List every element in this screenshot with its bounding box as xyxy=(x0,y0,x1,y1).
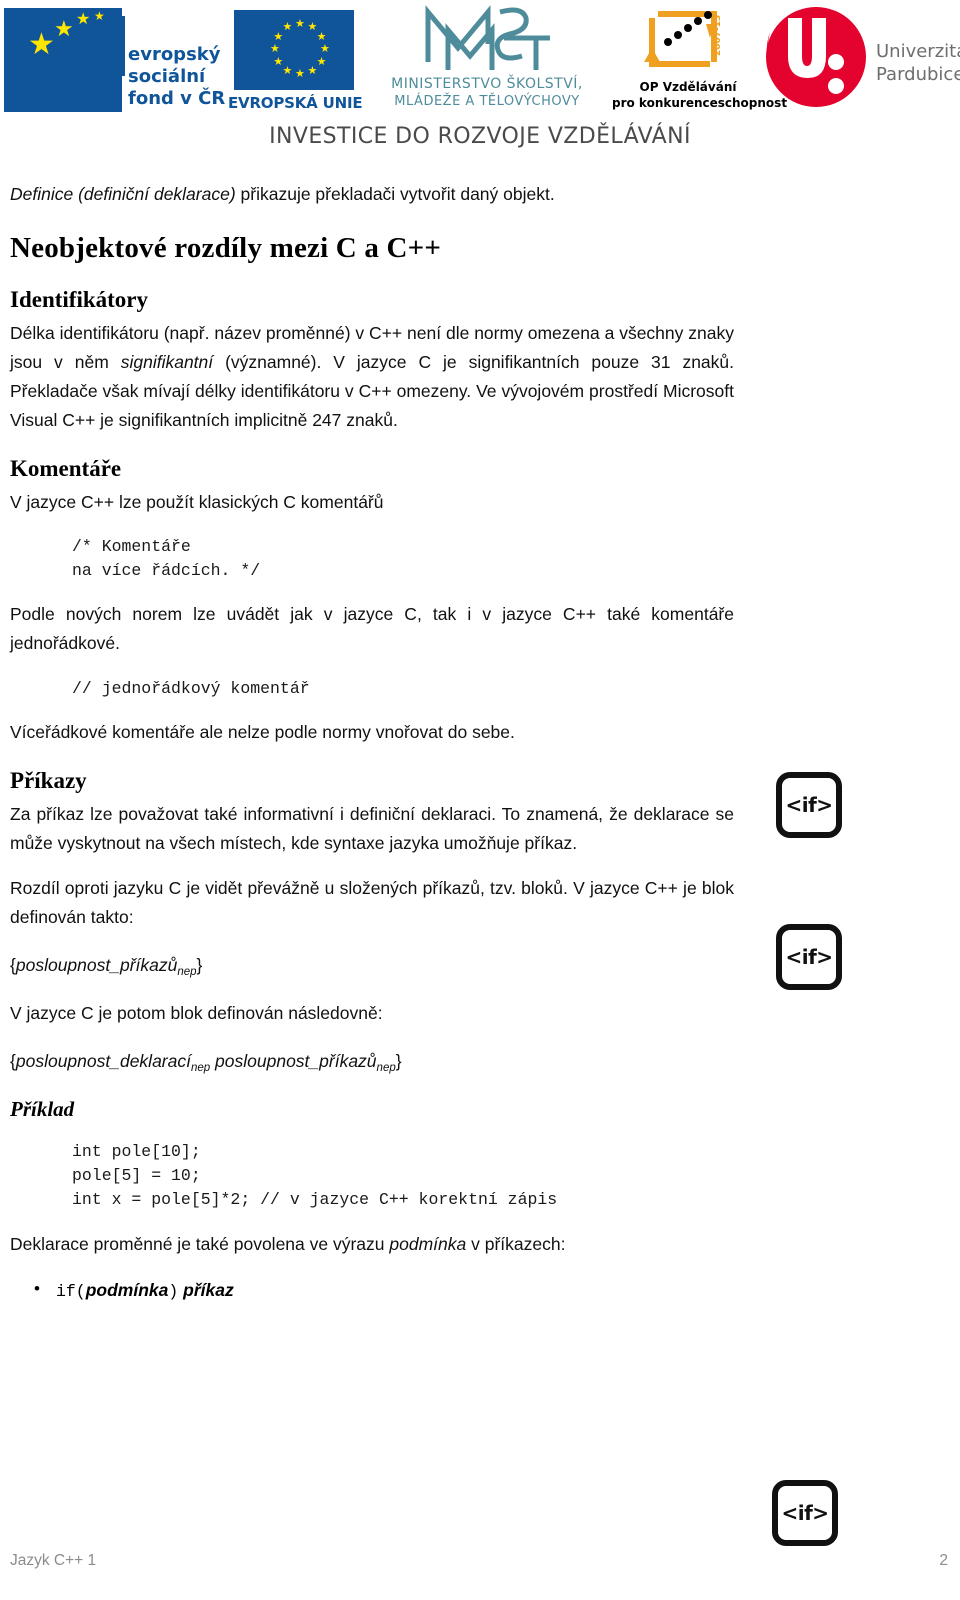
komentare-paragraph-3: Víceřádkové komentáře ale nelze podle no… xyxy=(10,722,515,743)
prikazy-paragraph-1: Za příkaz lze považovat také informativn… xyxy=(10,804,734,854)
svg-text:2007-13: 2007-13 xyxy=(713,15,723,56)
bullet-italic-1: podmínka xyxy=(85,1280,169,1301)
opv-caption-line-2: pro konkurenceschopnost xyxy=(612,96,788,110)
upce-caption: Univerzita Pardubice xyxy=(876,40,960,86)
blockdef2-term-1: posloupnost_deklarací xyxy=(15,1050,191,1071)
prikazy-paragraph-3: V jazyce C je potom blok definován násle… xyxy=(10,1002,383,1023)
blockdef2-term-2: posloupnost_příkazů xyxy=(210,1050,377,1071)
intro-italic-lead: Definice (definiční deklarace) xyxy=(10,184,236,204)
blockdef1-term: posloupnost_příkazů xyxy=(15,955,178,976)
esf-f-stem xyxy=(108,16,125,76)
eu-star-icon: ★ xyxy=(320,43,330,55)
logo-univerzita-pardubice: Univerzita Pardubice xyxy=(760,4,960,114)
if-tag-icon-label: <if> xyxy=(785,793,833,817)
msmt-mark-icon xyxy=(425,5,550,70)
upce-caption-line-1: Univerzita xyxy=(876,41,960,62)
if-tag-icon: <if> xyxy=(776,924,842,990)
section-heading-priklad: Příklad xyxy=(10,1096,75,1121)
upce-mark-icon xyxy=(766,7,866,107)
page-title: Neobjektové rozdíly mezi C a C++ xyxy=(10,232,442,265)
esf-caption: evropský sociální fond v ČR xyxy=(128,44,225,110)
logo-esf: ★ ★ ★ ★ esf evropský sociální fond v ČR xyxy=(4,8,225,113)
esf-wordmark: esf xyxy=(6,41,103,111)
section-heading-prikazy: Příkazy xyxy=(10,768,87,794)
eu-star-icon: ★ xyxy=(316,30,327,43)
block-definition-cpp: {posloupnost_příkazůnep} xyxy=(10,952,734,978)
opv-mark-icon: 2007-13 xyxy=(644,11,723,67)
section-heading-identifikatory: Identifikátory xyxy=(10,286,148,312)
footer-document-title: Jazyk C++ 1 xyxy=(10,1552,97,1569)
eu-star-icon: ★ xyxy=(273,55,284,68)
bullet-mono-2: ) xyxy=(168,1282,179,1302)
identifikatory-italic: signifikantní xyxy=(120,351,214,372)
eu-star-icon: ★ xyxy=(307,64,318,77)
eu-star-icon: ★ xyxy=(282,64,293,77)
logo-op-vzdelavani: 2007-13 OP Vzdělávání pro konkurencescho… xyxy=(612,6,788,114)
komentare-lead: V jazyce C++ lze použít klasických C kom… xyxy=(10,491,384,512)
document-content: Definice (definiční deklarace) přikazuje… xyxy=(10,172,734,1305)
blockdef1-close: } xyxy=(196,955,203,976)
logo-row: ★ ★ ★ ★ esf evropský sociální fond v ČR … xyxy=(0,2,960,117)
code-block-multiline-comment: /* Komentáře na více řádcích. */ xyxy=(72,536,261,580)
prikazy-paragraph-2: Rozdíl oproti jazyku C je vidět převážně… xyxy=(10,878,734,928)
komentare-paragraph-2: Podle nových norem lze uvádět jak v jazy… xyxy=(10,604,734,654)
page-footer: Jazyk C++ 1 2 xyxy=(0,1552,960,1586)
blockdef2-sub-1: nep xyxy=(190,1061,211,1074)
priklad-bullet-list: if(podmínka) příkaz xyxy=(10,1276,734,1305)
msmt-caption-line-1: MINISTERSTVO ŠKOLSTVÍ, xyxy=(391,76,583,92)
eu-star-icon: ★ xyxy=(282,21,293,34)
esf-caption-line-1: evropský xyxy=(128,44,221,65)
eu-star-circle: ★ ★ ★ ★ ★ ★ ★ ★ ★ ★ ★ ★ xyxy=(234,10,354,90)
header-tagline: INVESTICE DO ROZVOJE VZDĚLÁVÁNÍ xyxy=(269,124,691,149)
blockdef2-sub-2: nep xyxy=(376,1061,396,1074)
eu-caption: EVROPSKÁ UNIE xyxy=(228,94,363,112)
logo-msmt: MINISTERSTVO ŠKOLSTVÍ, MLÁDEŽE A TĚLOVÝC… xyxy=(368,4,606,116)
if-tag-icon: <if> xyxy=(776,772,842,838)
if-tag-icon-label: <if> xyxy=(785,945,833,969)
section-heading-komentare: Komentáře xyxy=(10,455,122,481)
document-page: Definice (definiční deklarace) přikazuje… xyxy=(0,172,960,1600)
blockdef1-sub: nep xyxy=(177,966,197,979)
if-tag-icon-label: <if> xyxy=(781,1501,829,1525)
header-logo-bar: ★ ★ ★ ★ esf evropský sociální fond v ČR … xyxy=(0,0,960,172)
opv-caption-line-1: OP Vzdělávání xyxy=(639,80,737,94)
identifikatory-paragraph: Délka identifikátoru (např. název proměn… xyxy=(10,319,734,435)
footer-page-number: 2 xyxy=(939,1552,948,1569)
block-definition-c: {posloupnost_deklaracínep posloupnost_př… xyxy=(10,1048,734,1074)
eu-star-icon: ★ xyxy=(295,68,305,80)
bullet-italic-2: příkaz xyxy=(178,1280,234,1301)
bullet-mono-1: if( xyxy=(56,1282,86,1302)
eu-star-icon: ★ xyxy=(270,43,280,55)
priklad-paragraph: Deklarace proměnné je také povolena ve v… xyxy=(10,1230,734,1259)
code-block-line-comment: // jednořádkový komentář xyxy=(72,678,310,698)
list-item: if(podmínka) příkaz xyxy=(34,1276,734,1305)
priklad-part-a: Deklarace proměnné je také povolena ve v… xyxy=(10,1233,390,1254)
intro-paragraph: Definice (definiční deklarace) přikazuje… xyxy=(10,172,734,209)
upce-caption-line-2: Pardubice xyxy=(876,64,960,86)
priklad-italic: podmínka xyxy=(389,1233,467,1254)
priklad-part-b: v příkazech: xyxy=(466,1233,566,1254)
code-block-example: int pole[10]; pole[5] = 10; int x = pole… xyxy=(72,1142,558,1210)
eu-star-icon: ★ xyxy=(316,55,327,68)
msmt-caption-line-2: MLÁDEŽE A TĚLOVÝCHOVY xyxy=(394,94,580,109)
blockdef2-close: } xyxy=(395,1050,402,1071)
logo-european-union: ★ ★ ★ ★ ★ ★ ★ ★ ★ ★ ★ ★ EVROPSKÁ UNIE xyxy=(228,10,363,114)
esf-caption-line-3: fond v ČR xyxy=(128,87,226,109)
intro-rest: přikazuje překladači vytvořit daný objek… xyxy=(235,184,555,204)
eu-star-icon: ★ xyxy=(295,18,305,30)
if-tag-icon: <if> xyxy=(772,1480,838,1546)
esf-caption-line-2: sociální xyxy=(128,65,206,87)
